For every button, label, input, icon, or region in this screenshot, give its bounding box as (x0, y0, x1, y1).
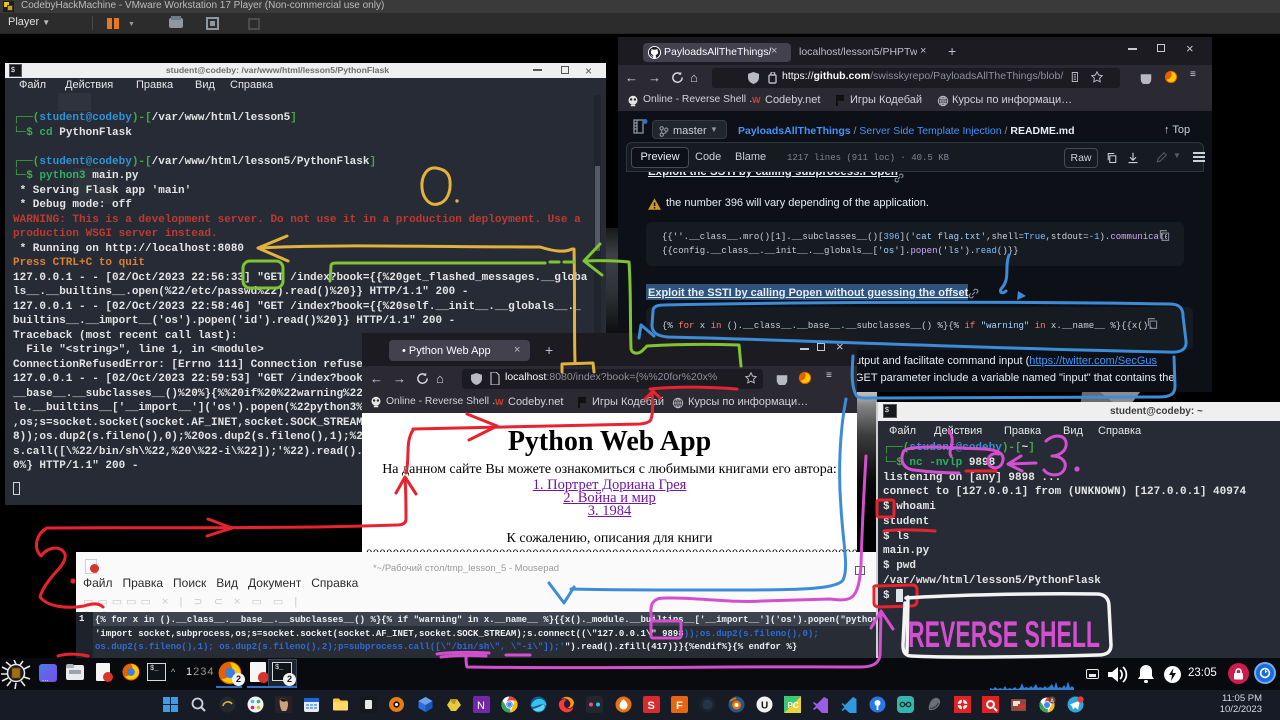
svg-text:REVERSE SHELL: REVERSE SHELL (908, 614, 1100, 655)
